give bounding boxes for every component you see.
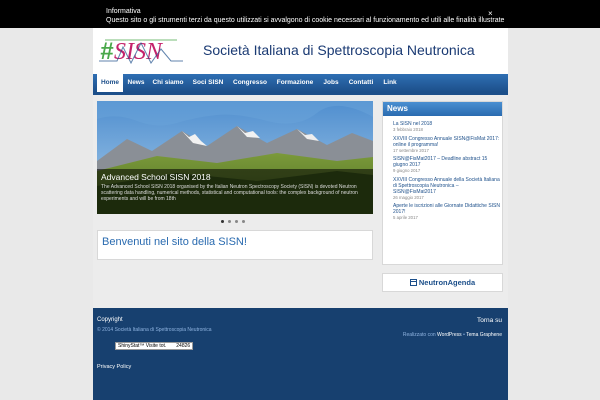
news-item: La SISN nel 2018 3 febbraio 2018 — [383, 121, 502, 133]
nav-item-news[interactable]: News — [125, 74, 147, 92]
credit-separator: • — [463, 332, 465, 338]
slider-dot[interactable] — [235, 220, 238, 223]
footer-credit: Realizzato con WordPress • Tema Graphene — [403, 332, 502, 338]
nav-item-soci-sisn[interactable]: Soci SISN — [191, 74, 225, 92]
slider-dot[interactable] — [228, 220, 231, 223]
news-date: 17 settembre 2017 — [393, 147, 429, 153]
news-item: XXVIII Congresso Annuale della Società I… — [383, 177, 502, 201]
news-widget: News La SISN nel 2018 3 febbraio 2018 XX… — [382, 101, 503, 265]
news-date: 5 aprile 2017 — [393, 215, 418, 220]
counter-label: ShinyStat™ Visite tot. — [118, 343, 167, 349]
image-slider[interactable]: Advanced School SISN 2018 The Advanced S… — [97, 101, 373, 214]
news-title[interactable]: Aperte le iscrizioni alle Giornate Didat… — [393, 203, 502, 215]
slide-caption: Advanced School SISN 2018 The Advanced S… — [97, 169, 373, 214]
news-heading: News — [383, 102, 502, 116]
theme-link[interactable]: Tema Graphene — [466, 332, 502, 338]
news-title[interactable]: XXVIII Congresso Annuale SISN@FisMat 201… — [393, 136, 502, 148]
news-item: Aperte le iscrizioni alle Giornate Didat… — [383, 203, 502, 221]
slider-dot[interactable] — [221, 220, 224, 223]
slider-dots — [221, 218, 249, 225]
page-container: # SISN Società Italiana di Spettroscopia… — [93, 28, 508, 400]
main-nav: Home News Chi siamo Soci SISN Congresso … — [93, 74, 508, 92]
cookie-text: Questo sito o gli strumenti terzi da que… — [106, 17, 505, 24]
credit-prefix: Realizzato con — [402, 332, 436, 338]
nav-item-jobs[interactable]: Jobs — [321, 74, 341, 92]
neutron-agenda-label: NeutronAgenda — [418, 278, 476, 287]
cookie-banner: Informativa Questo sito o gli strumenti … — [0, 0, 600, 28]
nav-item-formazione[interactable]: Formazione — [275, 74, 315, 92]
news-list: La SISN nel 2018 3 febbraio 2018 XXVIII … — [383, 121, 502, 224]
news-date: 9 giugno 2017 — [393, 168, 421, 173]
slide-text: The Advanced School SISN 2018 organised … — [101, 184, 358, 203]
cookie-title: Informativa — [106, 8, 141, 15]
back-to-top-link[interactable]: Torna su — [477, 317, 502, 324]
news-item: SISN@FisMat2017 – Deadline abstract 15 g… — [383, 156, 502, 174]
nav-item-home[interactable]: Home — [97, 74, 123, 92]
news-title[interactable]: SISN@FisMat2017 – Deadline abstract 15 g… — [393, 156, 502, 168]
neutron-agenda-button[interactable]: NeutronAgenda — [382, 273, 503, 292]
news-title[interactable]: XXVIII Congresso Annuale della Società I… — [393, 177, 502, 195]
footer: Copyright Torna su © 2014 Società Italia… — [93, 308, 508, 400]
nav-item-congresso[interactable]: Congresso — [231, 74, 269, 92]
wordpress-link[interactable]: WordPress — [437, 332, 462, 338]
sisn-logo[interactable]: # SISN — [97, 35, 185, 65]
news-item: XXVIII Congresso Annuale SISN@FisMat 201… — [383, 136, 502, 154]
footer-copyright-line: © 2014 Società Italiana di Spettroscopia… — [97, 327, 212, 333]
visit-counter[interactable]: ShinyStat™ Visite tot. 24826 — [115, 342, 194, 350]
site-title: Società Italiana di Spettroscopia Neutro… — [203, 42, 475, 58]
slide-title[interactable]: Advanced School SISN 2018 — [101, 172, 211, 182]
svg-text:SISN: SISN — [114, 39, 164, 65]
calendar-icon — [409, 279, 417, 286]
counter-value: 24826 — [176, 343, 191, 349]
welcome-heading: Benvenuti nel sito della SISN! — [102, 236, 247, 248]
close-icon[interactable]: × — [488, 9, 493, 18]
privacy-policy-link[interactable]: Privacy Policy — [97, 364, 131, 370]
nav-item-link[interactable]: Link — [381, 74, 399, 92]
welcome-box: Benvenuti nel sito della SISN! — [97, 230, 373, 260]
nav-item-contatti[interactable]: Contatti — [346, 74, 376, 92]
news-date: 26 maggio 2017 — [393, 194, 424, 200]
footer-copyright-title: Copyright — [97, 317, 123, 323]
slider-dot[interactable] — [242, 220, 245, 223]
news-date: 3 febbraio 2018 — [393, 127, 423, 132]
nav-item-chi-siamo[interactable]: Chi siamo — [151, 74, 185, 92]
